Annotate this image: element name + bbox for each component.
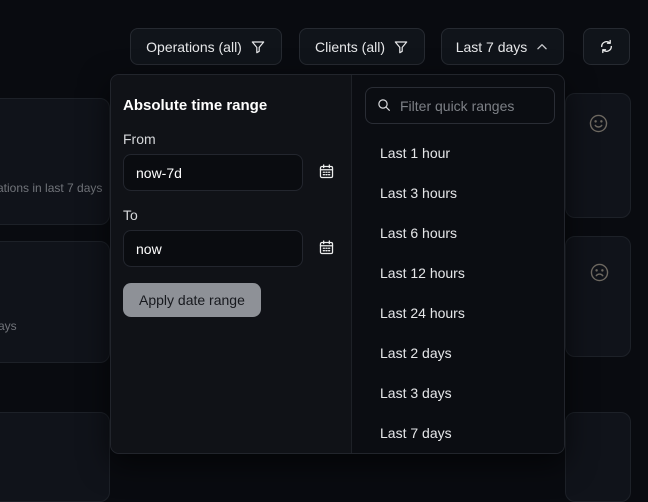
frown-face-icon <box>589 262 610 288</box>
quick-range-option[interactable]: Last 7 days <box>365 413 555 453</box>
quick-ranges-filter-input[interactable] <box>365 87 555 124</box>
from-input[interactable] <box>123 154 303 191</box>
chevron-up-icon <box>535 40 549 54</box>
quick-ranges-section: Last 1 hour Last 3 hours Last 6 hours La… <box>352 75 564 453</box>
to-label: To <box>123 207 339 223</box>
quick-range-option[interactable]: Last 6 hours <box>365 213 555 253</box>
smiley-face-icon <box>588 113 609 139</box>
time-range-picker-dropdown: Absolute time range From To <box>110 74 565 454</box>
time-range-button[interactable]: Last 7 days <box>441 28 564 65</box>
stats-card-operations: ations in last 7 days <box>0 98 110 225</box>
clients-filter-button[interactable]: Clients (all) <box>299 28 425 65</box>
from-label: From <box>123 131 339 147</box>
quick-range-option[interactable]: Last 12 hours <box>365 253 555 293</box>
absolute-time-range-heading: Absolute time range <box>123 97 339 114</box>
quick-range-option[interactable]: Last 3 hours <box>365 173 555 213</box>
quick-range-option[interactable]: Last 1 hour <box>365 133 555 173</box>
quick-range-option[interactable]: Last 2 days <box>365 333 555 373</box>
to-calendar-button[interactable] <box>318 239 335 259</box>
calendar-icon <box>318 163 335 183</box>
quick-range-option[interactable]: Last 3 days <box>365 373 555 413</box>
to-input[interactable] <box>123 230 303 267</box>
apply-date-range-button[interactable]: Apply date range <box>123 283 261 317</box>
absolute-time-range-section: Absolute time range From To <box>111 75 352 453</box>
quick-ranges-list: Last 1 hour Last 3 hours Last 6 hours La… <box>365 133 555 453</box>
stats-card-subtitle: ays <box>0 319 17 333</box>
time-range-label: Last 7 days <box>456 39 528 55</box>
refresh-button[interactable] <box>583 28 630 65</box>
stats-card-left-2: ays <box>0 241 110 363</box>
stats-card-errors <box>565 236 631 357</box>
calendar-icon <box>318 239 335 259</box>
funnel-icon <box>250 39 266 55</box>
operations-filter-label: Operations (all) <box>146 39 242 55</box>
stats-card-subtitle: ations in last 7 days <box>0 181 102 195</box>
from-calendar-button[interactable] <box>318 163 335 183</box>
stats-card-success <box>565 93 631 218</box>
stats-card-left-3 <box>0 412 110 502</box>
stats-card-right-3 <box>565 412 631 502</box>
quick-range-option[interactable]: Last 24 hours <box>365 293 555 333</box>
funnel-icon <box>393 39 409 55</box>
clients-filter-label: Clients (all) <box>315 39 385 55</box>
operations-filter-button[interactable]: Operations (all) <box>130 28 282 65</box>
refresh-icon <box>598 38 615 55</box>
